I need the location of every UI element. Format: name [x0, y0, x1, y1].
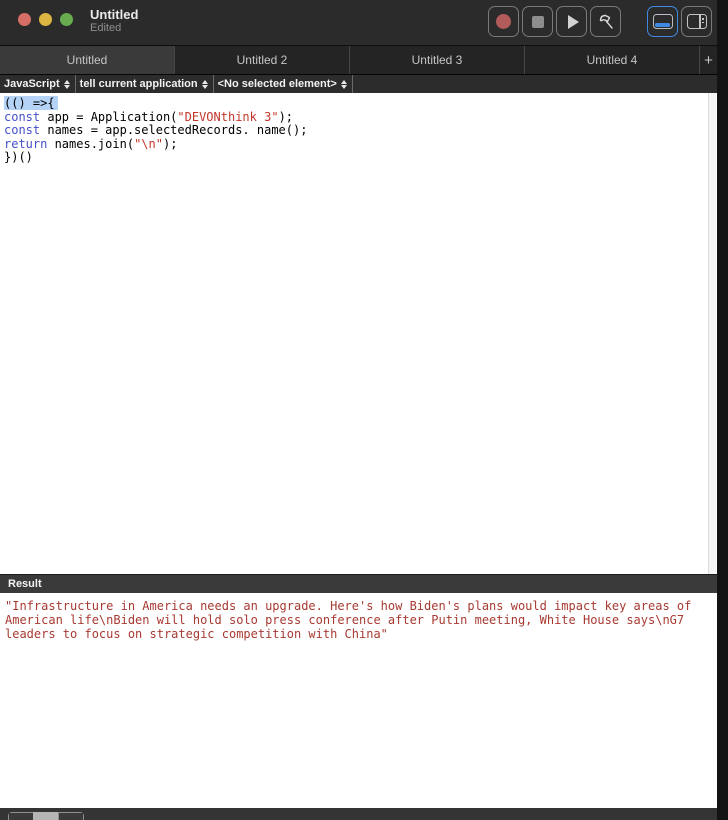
record-button[interactable]: [488, 6, 519, 37]
code-editor-scrollbar[interactable]: [708, 93, 716, 574]
code-token-str: "\n": [134, 136, 163, 151]
code-line: return names.join("\n");: [4, 136, 717, 152]
toolbar: [485, 6, 712, 37]
bottom-status-bar: [0, 808, 717, 820]
popup-nav-bar: JavaScript tell current application <No …: [0, 75, 717, 93]
result-pane-header: Result: [0, 574, 717, 593]
code-token-plain: app = Application(: [40, 109, 178, 124]
target-application-popup-label: tell current application: [79, 78, 198, 90]
compile-button[interactable]: [590, 6, 621, 37]
bottom-pane-icon: [652, 14, 673, 29]
code-editor[interactable]: (() =>{const app = Application("DEVONthi…: [0, 93, 717, 574]
stop-icon: [531, 15, 544, 28]
record-icon: [496, 14, 511, 29]
title-bar: Untitled Edited: [0, 0, 717, 46]
code-token-kw: const: [4, 123, 41, 137]
tab-label: Untitled 3: [411, 53, 463, 67]
language-popup[interactable]: JavaScript: [0, 75, 76, 93]
result-pane: "Infrastructure in America needs an upgr…: [0, 593, 717, 808]
code-token-plain: names = app.selectedRecords. name();: [40, 123, 308, 137]
code-token-plain: );: [162, 136, 178, 151]
selected-element-popup-label: <No selected element>: [217, 78, 337, 90]
add-tab-button[interactable]: +: [700, 46, 717, 74]
segment-description[interactable]: [8, 812, 33, 820]
traffic-lights: [18, 13, 73, 26]
tab-label: Untitled 4: [586, 53, 638, 67]
code-line: })(): [4, 150, 717, 165]
code-token-plain: );: [278, 109, 294, 124]
updown-arrows-icon: [340, 79, 347, 89]
stop-button[interactable]: [522, 6, 553, 37]
run-button[interactable]: [556, 6, 587, 37]
tab-bar: Untitled Untitled 2 Untitled 3 Untitled 4 +: [0, 46, 717, 75]
code-token-str: "DEVONthink 3": [177, 109, 279, 124]
tab-untitled-2[interactable]: Untitled 2: [175, 46, 350, 74]
selected-element-popup[interactable]: <No selected element>: [214, 75, 353, 93]
tab-untitled[interactable]: Untitled: [0, 46, 175, 74]
code-line: const app = Application("DEVONthink 3");: [4, 109, 717, 125]
accessory-view-icon: [686, 14, 707, 29]
minimize-window-button[interactable]: [39, 13, 52, 26]
tab-label: Untitled: [66, 53, 108, 67]
window-edited-status: Edited: [90, 22, 122, 34]
close-window-button[interactable]: [18, 13, 31, 26]
code-line: const names = app.selectedRecords. name(…: [4, 123, 717, 138]
code-token-plain: names.join(: [47, 136, 135, 151]
screen: Untitled Edited Untitled Untitled 2 Unti…: [0, 0, 728, 820]
window-title: Untitled: [90, 7, 139, 22]
background-strip: [717, 0, 728, 820]
target-application-popup[interactable]: tell current application: [76, 75, 214, 93]
code-line: (() =>{: [4, 96, 717, 111]
show-bottom-pane-button[interactable]: [647, 6, 678, 37]
script-editor-window: Untitled Edited Untitled Untitled 2 Unti…: [0, 0, 717, 820]
selected-text: (() =>{: [4, 96, 58, 110]
result-pane-title: Result: [8, 578, 42, 590]
window-title-block: Untitled Edited: [90, 7, 138, 35]
segment-result[interactable]: [33, 812, 58, 820]
play-icon: [567, 14, 579, 29]
zoom-window-button[interactable]: [60, 13, 73, 26]
tab-untitled-3[interactable]: Untitled 3: [350, 46, 525, 74]
result-output-text: "Infrastructure in America needs an upgr…: [5, 599, 699, 641]
segment-log[interactable]: [58, 812, 84, 820]
show-accessory-view-button[interactable]: [681, 6, 712, 37]
tab-label: Untitled 2: [236, 53, 288, 67]
updown-arrows-icon: [201, 79, 208, 89]
code-token-plain: })(): [4, 150, 33, 164]
code-token-kw: const: [4, 109, 41, 124]
tab-untitled-4[interactable]: Untitled 4: [525, 46, 700, 74]
hammer-icon: [599, 14, 613, 29]
language-popup-label: JavaScript: [4, 78, 60, 90]
result-view-segmented-control: [8, 812, 84, 820]
updown-arrows-icon: [63, 79, 70, 89]
code-token-kw: return: [4, 136, 48, 151]
code-token-plain: (() =>{: [4, 96, 55, 110]
